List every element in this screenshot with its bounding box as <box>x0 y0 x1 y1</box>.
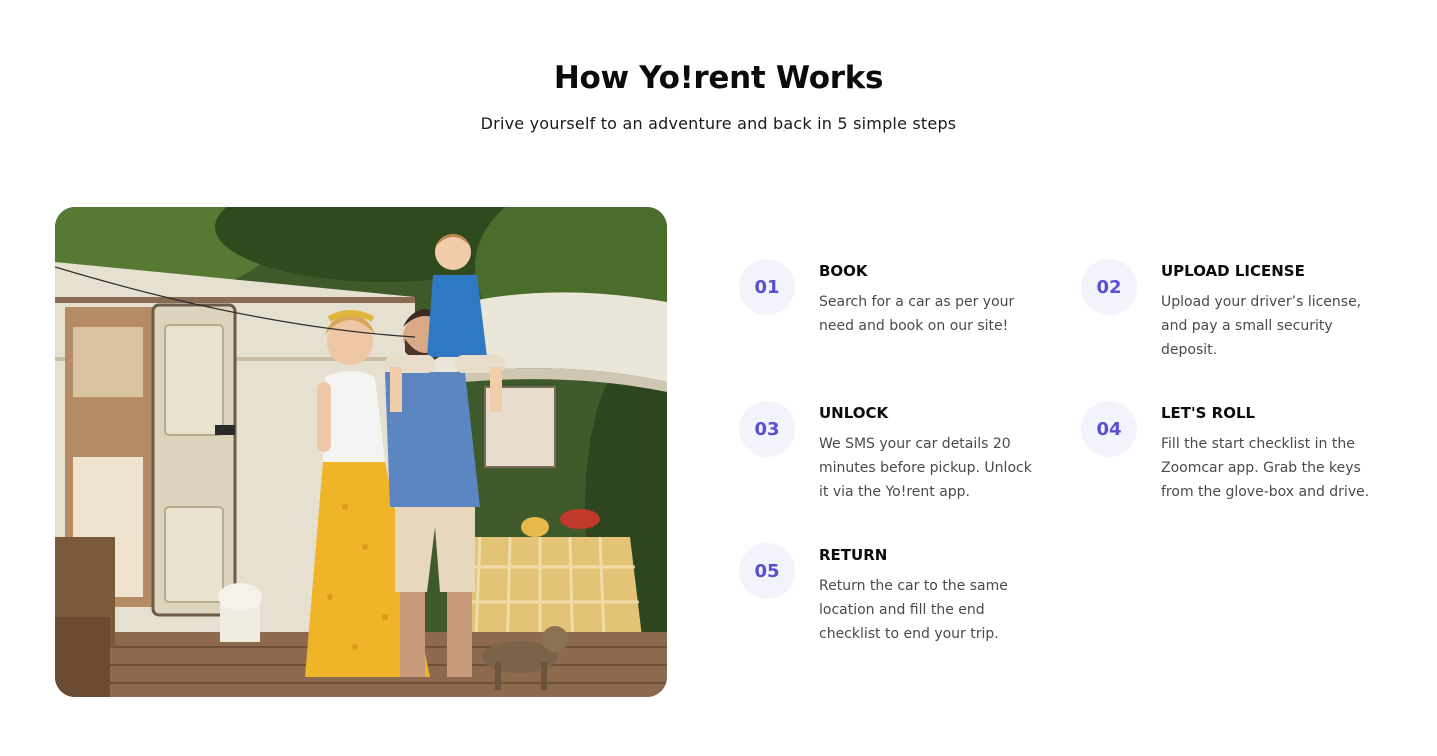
step-title: BOOK <box>819 262 868 280</box>
step-number-badge: 01 <box>739 259 795 315</box>
step-title: UPLOAD LICENSE <box>1161 262 1305 280</box>
step-number-badge: 03 <box>739 401 795 457</box>
step-title: RETURN <box>819 546 888 564</box>
step-description: Search for a car as per your need and bo… <box>819 294 1015 334</box>
step-description: We SMS your car details 20 minutes befor… <box>819 436 1032 500</box>
section-subtitle: Drive yourself to an adventure and back … <box>480 114 957 133</box>
step-number-badge: 04 <box>1081 401 1137 457</box>
step-description: Return the car to the same location and … <box>819 578 1008 642</box>
step-title: UNLOCK <box>819 404 889 422</box>
step-description: Upload your driver’s license, and pay a … <box>1161 294 1362 358</box>
section-title: How Yo!rent Works <box>553 60 884 96</box>
step-title: LET'S ROLL <box>1161 404 1256 422</box>
step-number-badge: 05 <box>739 543 795 599</box>
step-number-badge: 02 <box>1081 259 1137 315</box>
family-camper-photo <box>55 207 667 697</box>
step-description: Fill the start checklist in the Zoomcar … <box>1161 436 1370 500</box>
